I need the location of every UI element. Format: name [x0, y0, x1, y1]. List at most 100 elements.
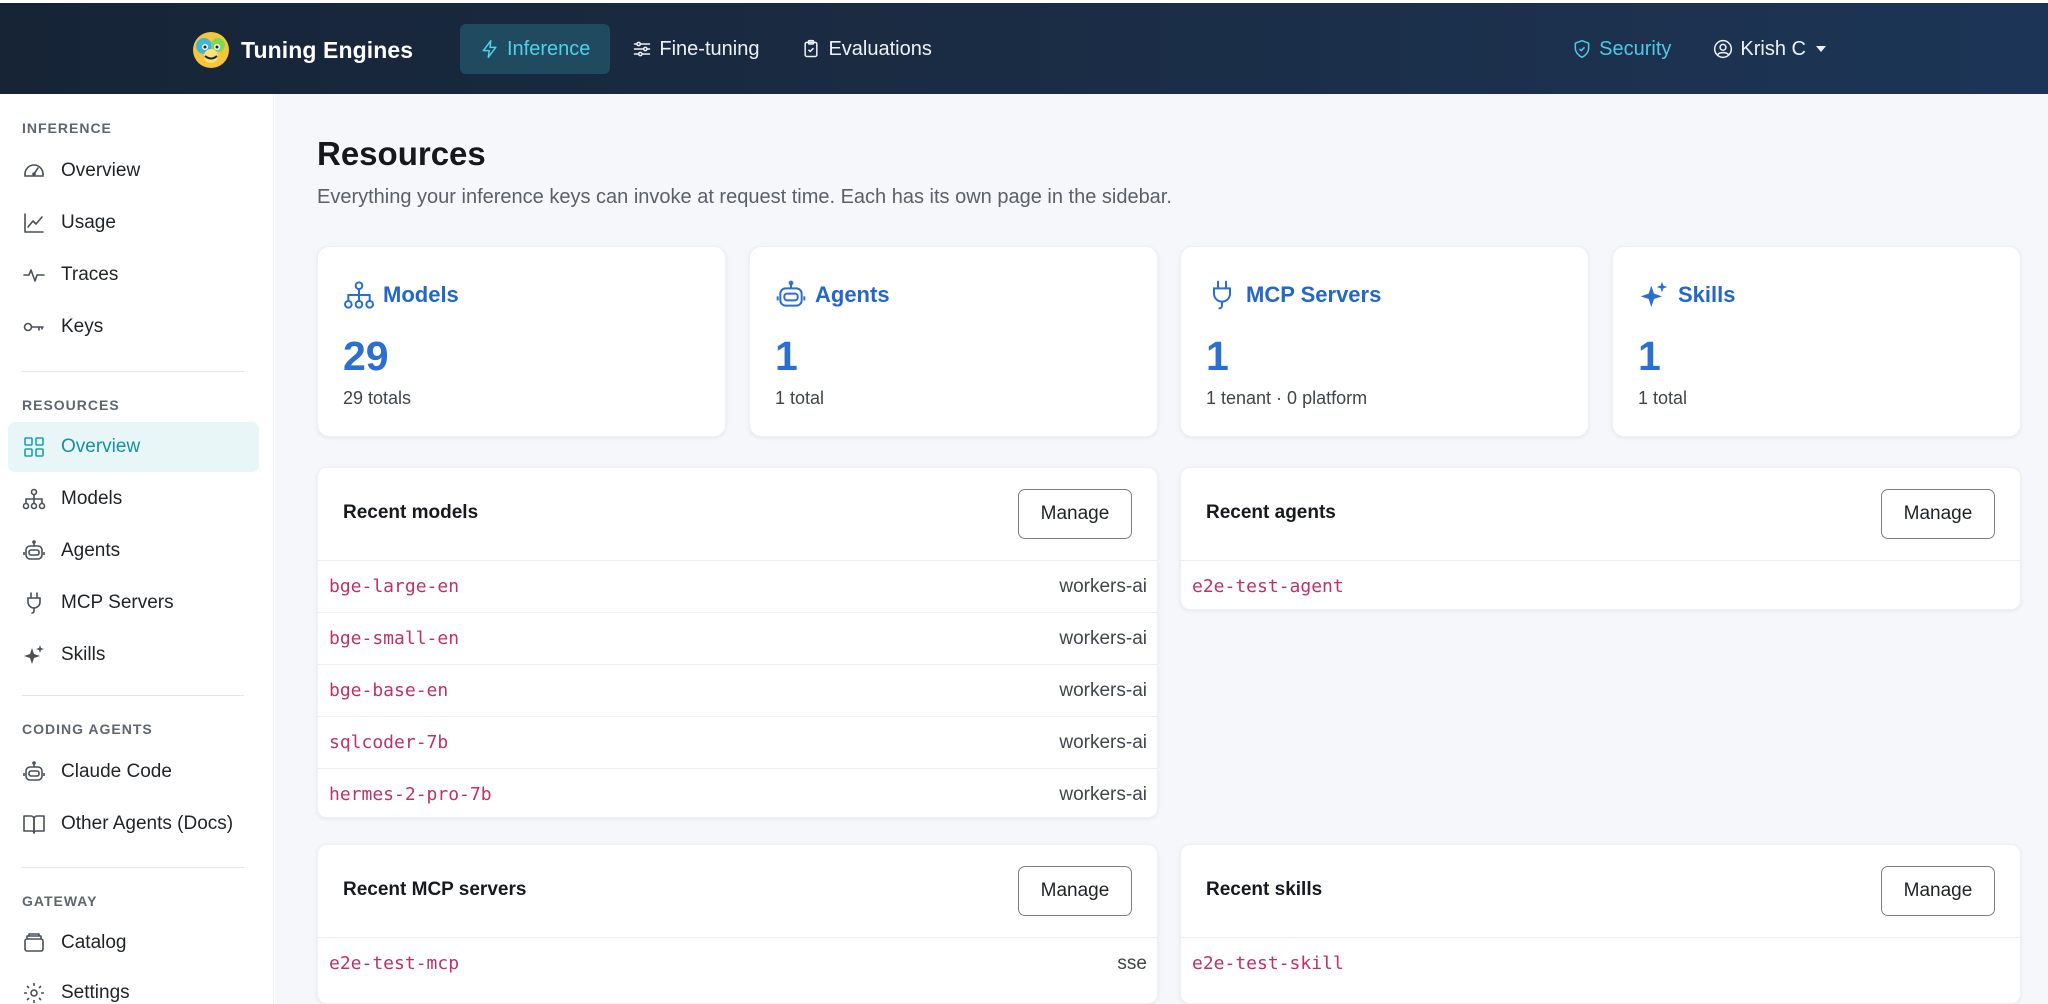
stat-card-agents[interactable]: Agents 1 1 total	[749, 246, 1158, 437]
sidebar-item-traces[interactable]: Traces	[8, 250, 259, 300]
table-row[interactable]: bge-large-en workers-ai	[318, 560, 1157, 612]
sidebar-item-usage[interactable]: Usage	[8, 198, 259, 248]
manage-skills-button[interactable]: Manage	[1881, 866, 1995, 916]
panel-title: Recent skills	[1206, 879, 1323, 900]
shield-icon	[1574, 39, 1590, 59]
nav-inference[interactable]: Inference	[460, 24, 611, 74]
stat-note: 1 tenant · 0 platform	[1206, 388, 1368, 408]
book-icon	[23, 815, 45, 834]
security-link[interactable]: Security	[1552, 24, 1691, 74]
recent-skills-panel: Recent skills Manage e2e-test-skill	[1180, 844, 2021, 1004]
brand[interactable]: Tuning Engines	[190, 29, 413, 71]
sidebar-item-claude-code[interactable]: Claude Code	[8, 747, 259, 797]
stat-note: 1 total	[1638, 388, 1688, 408]
gear-icon	[24, 983, 44, 1003]
sidebar-item-mcp-servers[interactable]: MCP Servers	[8, 578, 259, 628]
model-name[interactable]: bge-base-en	[329, 680, 448, 701]
sidebar-item-settings[interactable]: Settings	[8, 968, 259, 1004]
mcp-server-name[interactable]: e2e-test-mcp	[329, 953, 459, 974]
sidebar-item-label: Traces	[61, 264, 119, 285]
sidebar-item-catalog[interactable]: Catalog	[8, 918, 259, 968]
agent-name[interactable]: e2e-test-agent	[1192, 576, 1344, 597]
sidebar-item-label: Agents	[61, 540, 121, 561]
sliders-icon	[634, 41, 651, 57]
plug-icon	[27, 592, 41, 614]
sidebar-item-label: Models	[61, 488, 123, 509]
sidebar-item-label: Catalog	[61, 932, 127, 953]
nav-evaluations-label: Evaluations	[828, 37, 932, 60]
stat-card-header: Skills	[1638, 279, 1735, 311]
user-menu[interactable]: Krish C	[1693, 24, 1846, 74]
sidebar-item-label: Overview	[61, 160, 141, 181]
sidebar-item-label: MCP Servers	[61, 592, 174, 613]
sidebar-item-skills[interactable]: Skills	[8, 630, 259, 680]
sidebar-item-label: Keys	[61, 316, 104, 337]
manage-models-button[interactable]: Manage	[1018, 489, 1132, 539]
model-provider: workers-ai	[1059, 627, 1147, 649]
nav-fine-tuning[interactable]: Fine-tuning	[612, 24, 779, 74]
folder-icon	[24, 933, 44, 952]
sparkles-icon	[1640, 281, 1668, 307]
table-row[interactable]: bge-base-en workers-ai	[318, 664, 1157, 716]
main-nav: Inference Fine-tuning Evaluations	[460, 24, 954, 74]
stat-card-mcp-servers[interactable]: MCP Servers 1 1 tenant · 0 platform	[1180, 246, 1589, 437]
stat-note: 29 totals	[343, 388, 412, 408]
panel-title: Recent MCP servers	[343, 879, 527, 900]
nav-evaluations[interactable]: Evaluations	[781, 24, 951, 74]
user-name: Krish C	[1740, 37, 1806, 60]
stat-title: MCP Servers	[1246, 282, 1382, 307]
table-row[interactable]: e2e-test-agent	[1181, 560, 2020, 609]
activity-icon	[23, 269, 45, 282]
lightning-icon	[482, 39, 497, 59]
sidebar-item-resources-overview[interactable]: Overview	[8, 422, 259, 472]
nav-inference-label: Inference	[507, 37, 591, 60]
table-row[interactable]: sqlcoder-7b workers-ai	[318, 716, 1157, 768]
manage-agents-button[interactable]: Manage	[1881, 489, 1995, 539]
sidebar-item-label: Skills	[61, 644, 106, 665]
stat-card-header: MCP Servers	[1206, 279, 1381, 311]
stat-card-models[interactable]: Models 29 29 totals	[317, 246, 726, 437]
stat-card-header: Agents	[775, 279, 890, 311]
table-row[interactable]: hermes-2-pro-7b workers-ai	[318, 768, 1157, 817]
sidebar-item-label: Claude Code	[61, 761, 172, 782]
app-window: Tuning Engines Inference Fine-tuning Eva…	[0, 0, 2048, 1004]
recent-agents-panel: Recent agents Manage e2e-test-agent	[1180, 467, 2021, 610]
model-name[interactable]: bge-large-en	[329, 576, 459, 597]
page-subtitle: Everything your inference keys can invok…	[317, 186, 1172, 208]
table-row[interactable]: e2e-test-skill	[1181, 937, 2020, 989]
sidebar-item-models[interactable]: Models	[8, 474, 259, 524]
robot-icon	[776, 280, 806, 307]
stat-card-header: Models	[343, 279, 459, 311]
model-name[interactable]: sqlcoder-7b	[329, 732, 448, 753]
model-name[interactable]: hermes-2-pro-7b	[329, 784, 492, 805]
sidebar-item-label: Other Agents (Docs)	[61, 813, 234, 834]
skill-name[interactable]: e2e-test-skill	[1192, 953, 1344, 974]
brand-logo-icon	[193, 32, 229, 68]
manage-mcp-servers-button[interactable]: Manage	[1018, 866, 1132, 916]
sidebar-section-coding-agents: CODING AGENTS	[22, 721, 153, 737]
recent-mcp-servers-panel: Recent MCP servers Manage e2e-test-mcp s…	[317, 844, 1158, 1004]
stat-value: 29	[343, 333, 389, 379]
grid-icon	[24, 437, 44, 457]
sidebar-item-agents[interactable]: Agents	[8, 526, 259, 576]
sidebar-item-inference-overview[interactable]: Overview	[8, 146, 259, 196]
sidebar-item-other-agents-docs[interactable]: Other Agents (Docs)	[8, 799, 259, 849]
sidebar-item-keys[interactable]: Keys	[8, 302, 259, 352]
model-provider: workers-ai	[1059, 679, 1147, 701]
sidebar-item-label: Overview	[61, 436, 141, 457]
table-row[interactable]: e2e-test-mcp sse	[318, 937, 1157, 989]
model-name[interactable]: bge-small-en	[329, 628, 459, 649]
caret-down-icon	[1816, 46, 1826, 52]
stat-card-skills[interactable]: Skills 1 1 total	[1612, 246, 2021, 437]
page-title: Resources	[317, 135, 486, 172]
model-provider: workers-ai	[1059, 731, 1147, 753]
clipboard-icon	[804, 39, 819, 58]
mcp-server-transport: sse	[1117, 952, 1147, 974]
top-navbar: Tuning Engines Inference Fine-tuning Eva…	[0, 3, 2048, 94]
stat-value: 1	[775, 333, 798, 379]
stat-note: 1 total	[775, 388, 825, 408]
robot-icon	[23, 540, 45, 560]
brand-name: Tuning Engines	[241, 36, 414, 63]
model-provider: workers-ai	[1059, 575, 1147, 597]
table-row[interactable]: bge-small-en workers-ai	[318, 612, 1157, 664]
